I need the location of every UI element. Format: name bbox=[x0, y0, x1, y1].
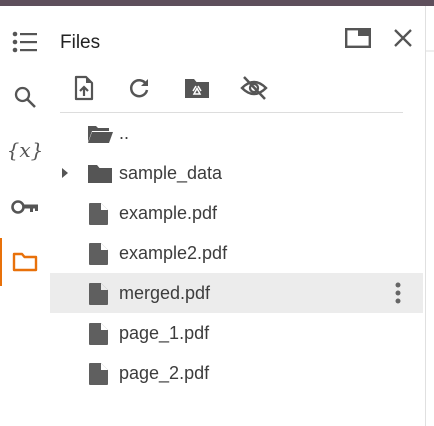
file-row[interactable]: example.pdf bbox=[50, 193, 423, 233]
active-indicator bbox=[0, 238, 2, 286]
file-name: merged.pdf bbox=[119, 283, 211, 303]
key-icon[interactable] bbox=[10, 192, 40, 222]
file-icon bbox=[89, 243, 108, 265]
parent-folder-row[interactable]: .. bbox=[50, 113, 423, 153]
folder-icon bbox=[88, 165, 112, 183]
file-row[interactable]: page_1.pdf bbox=[50, 313, 423, 353]
file-name: example.pdf bbox=[119, 203, 218, 223]
file-icon bbox=[89, 323, 108, 345]
file-name: page_2.pdf bbox=[119, 363, 210, 383]
file-name: page_1.pdf bbox=[119, 323, 210, 343]
file-icon bbox=[89, 283, 108, 305]
refresh-icon[interactable] bbox=[124, 73, 154, 103]
file-row[interactable]: example2.pdf bbox=[50, 233, 423, 273]
hide-hidden-files-icon[interactable] bbox=[239, 73, 269, 103]
file-name: sample_data bbox=[119, 163, 223, 183]
top-bar bbox=[0, 0, 434, 6]
file-icon bbox=[89, 203, 108, 225]
search-icon[interactable] bbox=[10, 82, 40, 112]
panel-border[interactable] bbox=[425, 6, 426, 426]
close-icon[interactable] bbox=[389, 24, 417, 52]
variables-icon[interactable]: {x} bbox=[7, 135, 44, 165]
expand-chevron-icon[interactable] bbox=[60, 167, 70, 179]
file-name: example2.pdf bbox=[119, 243, 228, 263]
folder-icon[interactable] bbox=[10, 247, 40, 277]
file-icon bbox=[89, 363, 108, 385]
more-options-icon[interactable] bbox=[390, 281, 406, 305]
folder-open-icon bbox=[88, 126, 113, 143]
file-row[interactable]: page_2.pdf bbox=[50, 353, 423, 393]
panel-title: Files bbox=[60, 32, 101, 53]
open-in-window-icon[interactable] bbox=[344, 24, 372, 52]
editor-edge bbox=[426, 50, 434, 52]
upload-file-icon[interactable] bbox=[69, 73, 99, 103]
table-of-contents-icon[interactable] bbox=[10, 27, 40, 57]
folder-row[interactable]: sample_data bbox=[50, 153, 423, 193]
file-row-selected[interactable]: merged.pdf bbox=[50, 273, 423, 313]
mount-drive-icon[interactable] bbox=[182, 73, 212, 103]
file-name: .. bbox=[119, 123, 130, 143]
